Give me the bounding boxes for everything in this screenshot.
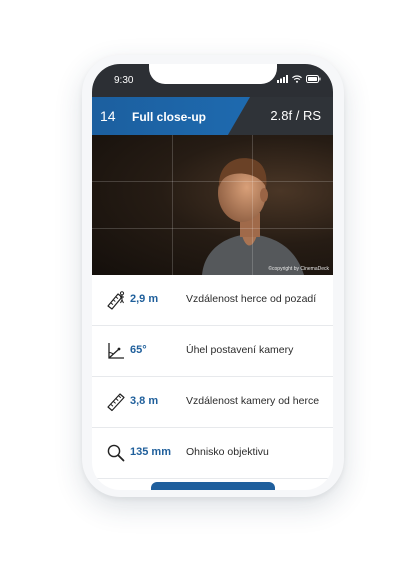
portrait-illustration bbox=[202, 158, 304, 275]
status-time: 9:30 bbox=[114, 75, 134, 86]
shot-name: Full close-up bbox=[132, 110, 207, 124]
ruler-person-icon bbox=[107, 291, 125, 310]
spec-value: 3,8 m bbox=[130, 395, 159, 407]
grid-line-horizontal bbox=[92, 181, 333, 182]
signal-icon bbox=[277, 75, 288, 83]
shot-number: 14 bbox=[100, 108, 116, 124]
spec-value: 2,9 m bbox=[130, 293, 159, 305]
spec-value: 135 mm bbox=[130, 446, 171, 458]
shot-header: 14 Full close-up 2.8f / RS bbox=[92, 97, 333, 135]
phone-notch bbox=[149, 64, 277, 84]
status-icons bbox=[277, 75, 321, 83]
angle-icon bbox=[108, 343, 124, 359]
wifi-icon bbox=[292, 75, 302, 83]
spec-value: 65° bbox=[130, 344, 147, 356]
status-bar: 9:30 bbox=[92, 64, 333, 97]
grid-line-horizontal bbox=[92, 228, 333, 229]
shot-preview-image: ©copyright by CinemaDeck bbox=[92, 135, 333, 275]
spec-label: Úhel postavení kamery bbox=[186, 344, 294, 356]
spec-row-background-distance[interactable]: 2,9 m Vzdálenost herce od pozadí bbox=[92, 275, 333, 326]
spec-row-focal-length[interactable]: 135 mm Ohnisko objektivu bbox=[92, 428, 333, 479]
spec-row-camera-distance[interactable]: 3,8 m Vzdálenost kamery od herce bbox=[92, 377, 333, 428]
battery-icon bbox=[306, 75, 321, 83]
spec-row-camera-angle[interactable]: 65° Úhel postavení kamery bbox=[92, 326, 333, 377]
photo-copyright: ©copyright by CinemaDeck bbox=[268, 266, 329, 272]
grid-line-vertical bbox=[172, 135, 173, 275]
app-screen: 9:30 14 Full close-up 2.8f / RS ©copyrig… bbox=[92, 64, 333, 490]
grid-line-vertical bbox=[252, 135, 253, 275]
spec-label: Ohnisko objektivu bbox=[186, 446, 269, 458]
magnifier-icon bbox=[107, 444, 125, 462]
primary-action-button[interactable] bbox=[151, 482, 275, 490]
lens-spec: 2.8f / RS bbox=[270, 108, 321, 123]
ruler-icon bbox=[107, 393, 125, 412]
shot-specs-list: 2,9 m Vzdálenost herce od pozadí 65° Úhe… bbox=[92, 275, 333, 479]
spec-label: Vzdálenost herce od pozadí bbox=[186, 293, 317, 305]
spec-label: Vzdálenost kamery od herce bbox=[186, 395, 320, 407]
